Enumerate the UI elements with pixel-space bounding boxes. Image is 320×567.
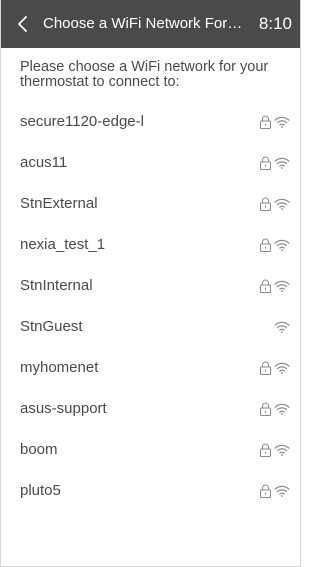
- network-name: secure1120-edge-l: [20, 113, 144, 130]
- network-list: secure1120-edge-l acus11 StnExternal nexia_…: [1, 100, 300, 510]
- network-name: StnGuest: [20, 318, 83, 335]
- network-row[interactable]: StnGuest: [1, 305, 300, 346]
- network-name: myhomenet: [20, 359, 99, 376]
- network-name: boom: [20, 441, 58, 458]
- instruction-text: Please choose a WiFi network for your th…: [20, 59, 269, 90]
- network-row[interactable]: secure1120-edge-l: [1, 100, 300, 141]
- wifi-icon: [274, 198, 290, 210]
- lock-icon: [260, 238, 271, 252]
- network-name: asus-support: [20, 400, 107, 417]
- network-name: StnInternal: [20, 277, 93, 294]
- wifi-icon: [274, 485, 290, 497]
- lock-icon: [260, 197, 271, 211]
- network-row[interactable]: boom: [1, 428, 300, 469]
- network-name: nexia_test_1: [20, 236, 106, 253]
- wifi-icon: [274, 116, 290, 128]
- wifi-network-screen: Choose a WiFi Network For Your Thermosta…: [0, 0, 301, 567]
- lock-icon: [260, 361, 271, 375]
- lock-icon: [260, 279, 271, 293]
- network-row[interactable]: asus-support: [1, 387, 300, 428]
- network-row[interactable]: pluto5: [1, 469, 300, 510]
- lock-icon: [260, 156, 271, 170]
- lock-icon: [260, 484, 271, 498]
- header-bar: Choose a WiFi Network For Your Thermosta…: [1, 0, 300, 48]
- chevron-left-icon: [18, 16, 27, 32]
- wifi-icon: [274, 403, 290, 415]
- lock-icon: [260, 443, 271, 457]
- network-name: StnExternal: [20, 195, 98, 212]
- lock-icon: [260, 402, 271, 416]
- wifi-icon: [274, 321, 290, 333]
- network-row[interactable]: myhomenet: [1, 346, 300, 387]
- status-time: 8:10: [258, 14, 292, 33]
- network-name: pluto5: [20, 482, 61, 499]
- network-name: acus11: [20, 154, 68, 171]
- network-row[interactable]: StnExternal: [1, 182, 300, 223]
- wifi-icon: [274, 280, 290, 292]
- network-row[interactable]: StnInternal: [1, 264, 300, 305]
- back-button[interactable]: [12, 12, 34, 36]
- wifi-icon: [274, 362, 290, 374]
- page-title: Choose a WiFi Network For Your Thermosta…: [43, 15, 246, 32]
- wifi-icon: [274, 239, 290, 251]
- lock-icon: [260, 115, 271, 129]
- wifi-icon: [274, 157, 290, 169]
- network-row[interactable]: acus11: [1, 141, 300, 182]
- network-row[interactable]: nexia_test_1: [1, 223, 300, 264]
- wifi-icon: [274, 444, 290, 456]
